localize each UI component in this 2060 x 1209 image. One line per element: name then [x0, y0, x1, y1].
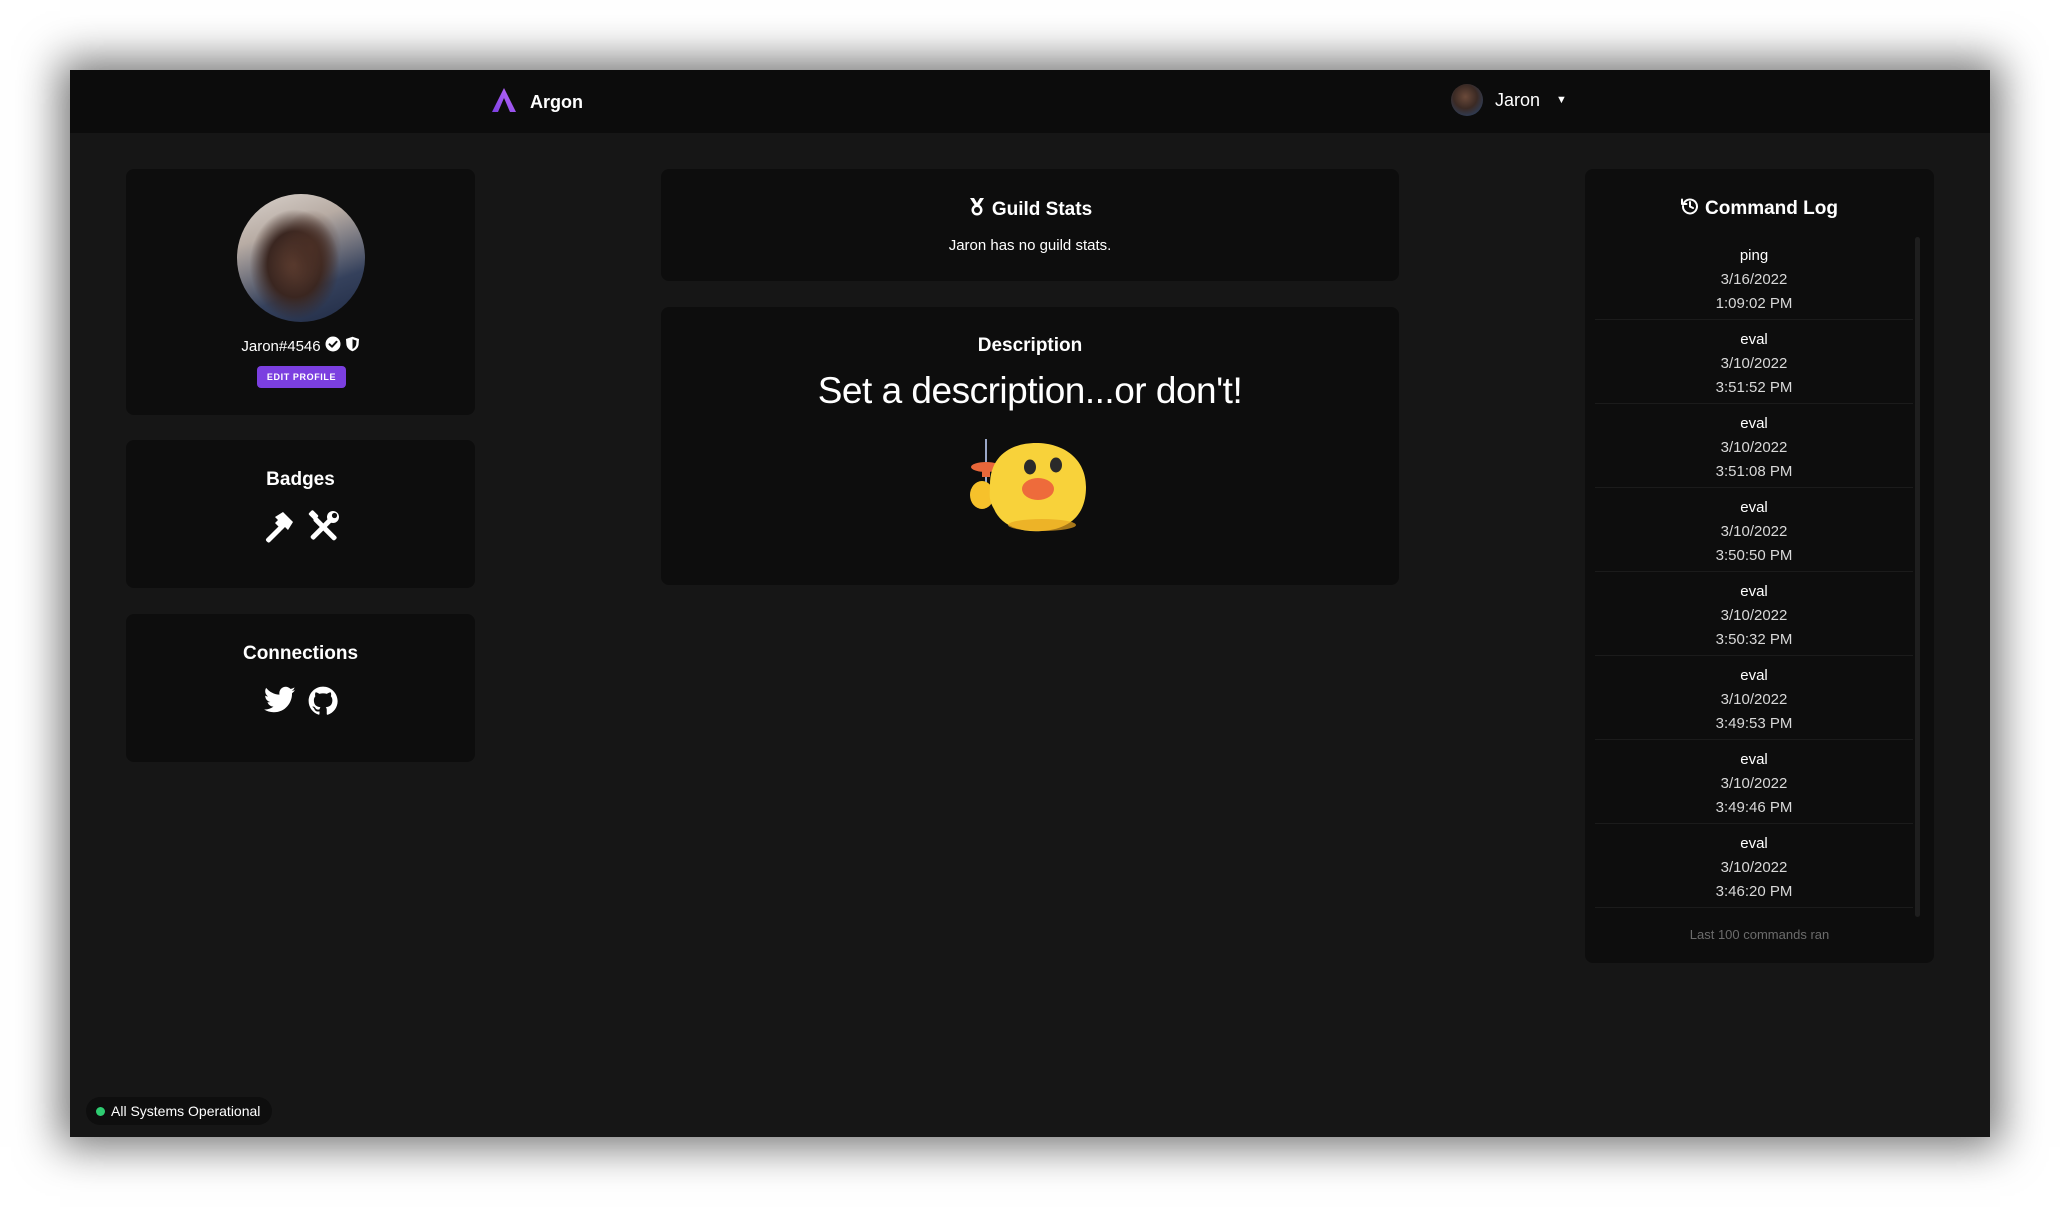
profile-avatar [237, 194, 365, 322]
badges-card: Badges [126, 440, 475, 588]
top-navbar: Argon Jaron ▼ [70, 70, 1990, 133]
description-title: Description [977, 335, 1083, 356]
guild-stats-header: Guild Stats [661, 197, 1399, 222]
github-icon[interactable] [308, 686, 338, 721]
command-name: eval [1740, 331, 1768, 348]
command-log-list[interactable]: ping 3/16/2022 1:09:02 PM eval 3/10/2022 3:51… [1595, 236, 1913, 926]
command-date: 3/10/2022 [1720, 775, 1788, 792]
list-item: eval 3/10/2022 3:49:46 PM [1595, 740, 1913, 824]
command-log-scrollbar[interactable] [1915, 237, 1920, 917]
command-log-header: Command Log [1585, 197, 1934, 220]
command-name: eval [1740, 667, 1768, 684]
command-date: 3/10/2022 [1720, 523, 1788, 540]
status-badge[interactable]: All Systems Operational [86, 1097, 273, 1125]
status-text: All Systems Operational [111, 1103, 261, 1119]
brand-name: Argon [530, 92, 583, 112]
profile-card: Jaron#4546 EDIT PROFILE [126, 169, 475, 415]
argon-logo-icon [490, 86, 518, 119]
avatar [1451, 84, 1483, 116]
list-item: eval 3/10/2022 3:49:53 PM [1595, 656, 1913, 740]
command-time: 3:46:20 PM [1715, 883, 1793, 900]
command-log-title: Command Log [1705, 197, 1838, 219]
twitter-icon[interactable] [263, 686, 296, 721]
command-date: 3/10/2022 [1720, 859, 1788, 876]
user-tag-row: Jaron#4546 [126, 336, 475, 357]
history-icon [1681, 197, 1699, 220]
command-time: 1:09:02 PM [1715, 295, 1793, 312]
guild-stats-card: Guild Stats Jaron has no guild stats. [661, 169, 1399, 281]
medal-icon [968, 197, 986, 222]
command-time: 3:51:52 PM [1715, 379, 1793, 396]
shield-icon [345, 336, 360, 357]
badges-row [126, 510, 475, 549]
command-date: 3/10/2022 [1720, 355, 1788, 372]
list-item: eval 3/10/2022 3:51:08 PM [1595, 404, 1913, 488]
command-time: 3:51:08 PM [1715, 463, 1793, 480]
list-item: eval 3/10/2022 3:50:50 PM [1595, 488, 1913, 572]
badges-title: Badges [266, 469, 335, 490]
command-time: 3:50:50 PM [1715, 547, 1793, 564]
list-item: eval 3/10/2022 3:51:52 PM [1595, 320, 1913, 404]
list-item: eval 3/10/2022 3:46:20 PM [1595, 824, 1913, 908]
command-time: 3:49:46 PM [1715, 799, 1793, 816]
description-text: Set a description...or don't! [817, 370, 1243, 411]
connections-card: Connections [126, 614, 475, 762]
command-log-card: Command Log ping 3/16/2022 1:09:02 PM eval 3… [1585, 169, 1934, 963]
command-date: 3/16/2022 [1720, 271, 1788, 288]
command-log-footer: Last 100 commands ran [1689, 927, 1830, 942]
command-name: eval [1740, 583, 1768, 600]
guild-stats-title: Guild Stats [991, 198, 1093, 220]
command-date: 3/10/2022 [1720, 691, 1788, 708]
description-card: Description Set a description...or don't… [661, 307, 1399, 585]
command-date: 3/10/2022 [1720, 439, 1788, 456]
command-time: 3:50:32 PM [1715, 631, 1793, 648]
command-name: eval [1740, 499, 1768, 516]
brand[interactable]: Argon [490, 86, 583, 119]
duck-with-pin-emoji-icon [968, 437, 1094, 542]
list-item: ping 3/16/2022 1:09:02 PM [1595, 236, 1913, 320]
command-date: 3/10/2022 [1720, 607, 1788, 624]
caret-down-icon: ▼ [1556, 94, 1567, 106]
command-name: eval [1740, 415, 1768, 432]
connections-title: Connections [242, 643, 359, 664]
command-name: eval [1740, 751, 1768, 768]
status-dot-icon [96, 1106, 105, 1116]
user-tag: Jaron#4546 [241, 338, 321, 355]
user-name: Jaron [1495, 89, 1541, 110]
command-name: eval [1740, 835, 1768, 852]
command-time: 3:49:53 PM [1715, 715, 1793, 732]
user-menu[interactable]: Jaron ▼ [1451, 84, 1567, 116]
hammer-icon[interactable] [261, 510, 295, 549]
verified-check-icon [325, 336, 341, 357]
guild-stats-text: Jaron has no guild stats. [948, 237, 1112, 254]
tools-icon[interactable] [307, 510, 341, 549]
list-item: eval 3/10/2022 3:50:32 PM [1595, 572, 1913, 656]
command-name: ping [1739, 247, 1769, 264]
connections-row [126, 686, 475, 721]
edit-profile-button[interactable]: EDIT PROFILE [257, 366, 346, 388]
app-window: Argon Jaron ▼ Jaron#4546 EDIT PROFILE Ba… [70, 70, 1990, 1137]
